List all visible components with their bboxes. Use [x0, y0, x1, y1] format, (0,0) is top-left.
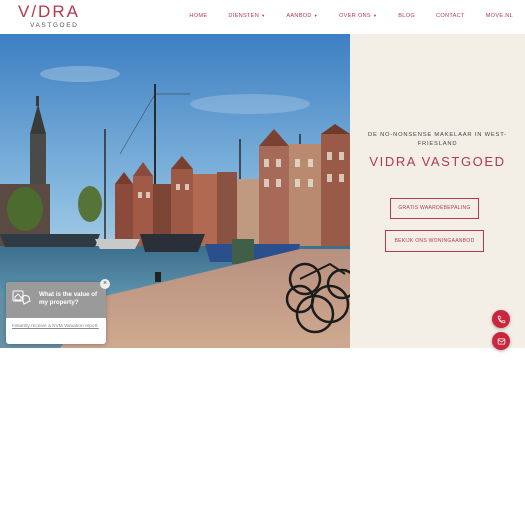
nav-over-ons[interactable]: OVER ONS ▼ — [339, 13, 377, 19]
popup-header: What is the value of my property? — [6, 282, 106, 318]
nav-contact-label: CONTACT — [435, 13, 465, 19]
phone-button[interactable] — [492, 310, 510, 328]
hero-brand: VIDRA VASTGOED — [369, 154, 506, 169]
nav-blog-label: BLOG — [398, 13, 415, 19]
caret-down-icon: ▼ — [261, 13, 266, 18]
nav-over-ons-label: OVER ONS — [339, 13, 371, 19]
caret-down-icon: ▼ — [313, 13, 319, 18]
popup-link[interactable]: Instantly receive a NVM Valuation report… — [12, 324, 100, 330]
listings-button[interactable]: BEKIJK ONS WONINGAANBOD — [385, 230, 484, 252]
logo-wordmark: V/DRA — [18, 2, 80, 21]
valuation-button[interactable]: GRATIS WAARDEBEPALING — [390, 198, 479, 219]
hero-panel: DE NO-NONSENSE MAKELAAR IN WEST-FRIESLAN… — [350, 34, 525, 348]
nav-aanbod[interactable]: AANBOD ▼ — [286, 13, 318, 19]
nav-contact[interactable]: CONTACT — [436, 13, 465, 19]
mail-icon — [497, 338, 505, 344]
logo[interactable]: V/DRA VASTGOED — [18, 2, 88, 30]
nav-diensten[interactable]: DIENSTEN ▼ — [228, 13, 265, 19]
valuation-popup: What is the value of my property? Instan… — [6, 282, 106, 344]
nav-home[interactable]: HOME — [189, 13, 207, 19]
logo-subtitle: VASTGOED — [30, 22, 79, 29]
popup-title: What is the value of my property? — [39, 291, 98, 306]
nav-blog[interactable]: BLOG — [398, 13, 415, 19]
nav-move[interactable]: MOVE.NL — [486, 13, 513, 19]
nav-diensten-label: DIENSTEN — [228, 13, 260, 19]
caret-down-icon: ▼ — [372, 13, 378, 18]
site-header: V/DRA VASTGOED HOME DIENSTEN ▼ AANBOD ▼ OV… — [0, 0, 525, 34]
nav-aanbod-label: AANBOD — [286, 13, 312, 19]
hero-tagline: DE NO-NONSENSE MAKELAAR IN WEST-FRIESLAN… — [368, 132, 507, 147]
mail-button[interactable] — [492, 332, 510, 350]
nav-home-label: HOME — [189, 13, 208, 19]
house-valuation-icon — [12, 290, 31, 305]
nav-move-label: MOVE.NL — [485, 13, 513, 19]
main-nav: HOME DIENSTEN ▼ AANBOD ▼ OVER ONS ▼ BLOG CO… — [168, 13, 513, 19]
phone-icon — [497, 315, 505, 323]
close-icon[interactable]: × — [100, 279, 110, 289]
